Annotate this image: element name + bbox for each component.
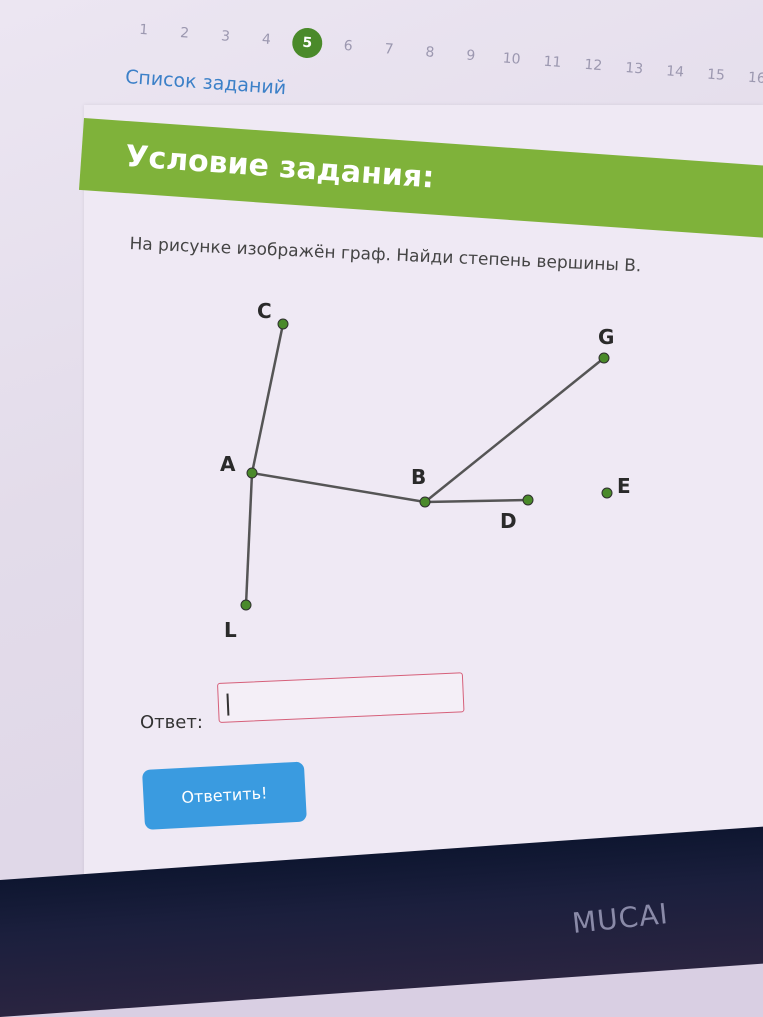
- graph-vertex-A: [246, 467, 258, 479]
- graph-vertex-label-B: B: [411, 465, 426, 489]
- graph-vertex-label-D: D: [500, 509, 517, 533]
- graph-edge-B-G: [424, 357, 605, 503]
- graph-vertex-G: [598, 352, 610, 364]
- graph-vertex-label-L: L: [224, 618, 237, 642]
- graph-edge-A-C: [250, 323, 285, 474]
- graph-vertex-E: [601, 487, 613, 499]
- graph-vertex-label-A: A: [220, 452, 236, 476]
- graph-vertex-label-E: E: [617, 474, 631, 498]
- graph-vertex-label-C: C: [257, 299, 272, 323]
- graph-vertex-C: [277, 318, 289, 330]
- graph-edge-B-D: [424, 498, 529, 504]
- graph-edge-A-B: [251, 471, 426, 504]
- submit-button[interactable]: Ответить!: [142, 761, 307, 830]
- answer-label: Ответ:: [140, 712, 203, 733]
- graph-vertex-D: [522, 494, 534, 506]
- graph-vertex-L: [240, 599, 252, 611]
- graph-edge-A-L: [244, 472, 254, 606]
- graph-vertex-B: [419, 496, 431, 508]
- graph-vertex-label-G: G: [598, 325, 614, 349]
- text-caret: [226, 693, 230, 716]
